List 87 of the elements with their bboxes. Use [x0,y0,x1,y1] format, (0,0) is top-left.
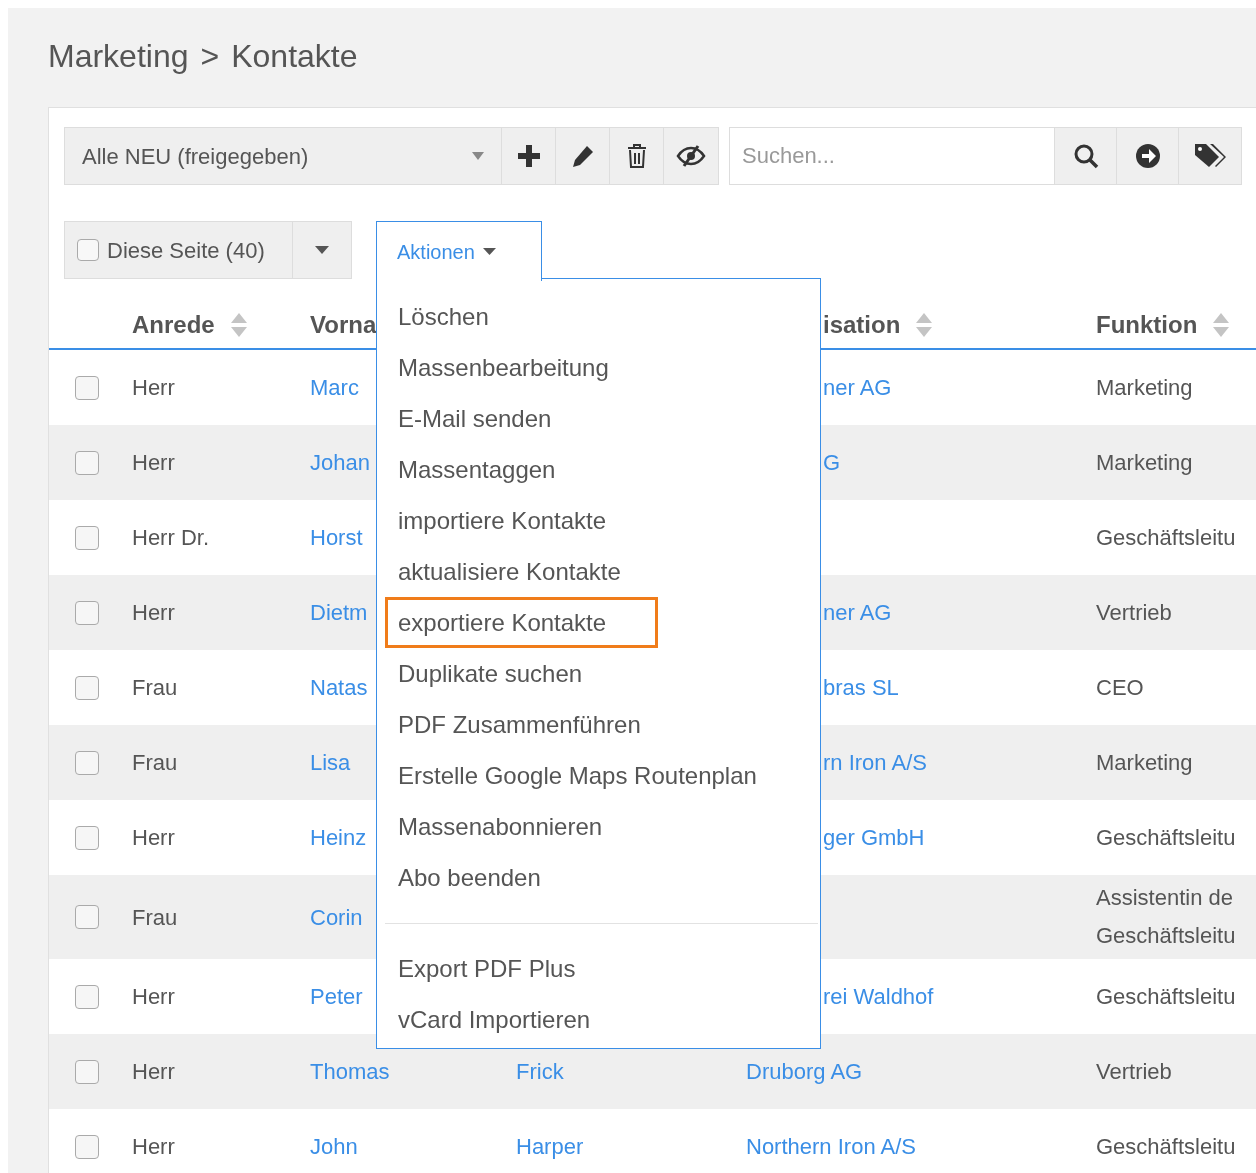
organisation-link[interactable]: ner AG [823,371,892,404]
menu-item[interactable]: Erstelle Google Maps Routenplan [385,750,818,801]
trash-icon [626,144,647,168]
sort-icon[interactable] [916,313,933,337]
salutation-cell-text: Frau [132,903,178,932]
salutation-cell-text: Herr [132,1058,175,1086]
salutation-cell-text: Herr [132,374,175,402]
organisation-link[interactable]: G [823,446,841,479]
first-name-link[interactable]: Horst [310,521,363,554]
organisation-link[interactable]: Northern Iron A/S [746,1130,916,1163]
menu-item[interactable]: Export PDF Plus [385,943,818,994]
organisation-link[interactable]: rn Iron A/S [823,746,927,779]
menu-item[interactable]: PDF Zusammenführen [385,699,818,750]
last-name-link[interactable]: Frick [516,1055,564,1088]
salutation-cell-text: Herr Dr. [132,524,209,552]
menu-item[interactable]: vCard Importieren [385,994,818,1045]
function-cell-text: Marketing [1096,448,1194,477]
menu-item[interactable]: importiere Kontakte [385,495,818,546]
row-checkbox[interactable] [75,375,99,400]
menu-item[interactable]: Löschen [385,291,818,342]
function-cell-text: Marketing [1096,373,1194,402]
column-header[interactable]: Funktion [1096,307,1198,343]
first-name-link[interactable]: Natas [310,671,368,704]
function-cell-text: Marketing [1096,748,1194,777]
column-header[interactable]: Vorna [310,307,377,343]
caret-icon [472,152,484,160]
function-cell-text: Assistentin de Geschäftsleitu [1096,884,1237,950]
sort-icon[interactable] [1213,313,1230,337]
first-name-link[interactable]: Heinz [310,821,367,854]
first-name-link[interactable]: Marc [310,371,359,404]
organisation-link[interactable]: Druborg AG [746,1055,863,1088]
column-header[interactable]: Anrede [132,307,215,343]
column-header[interactable]: isation [823,307,901,343]
function-cell-text: Geschäftsleitu [1096,1132,1237,1161]
sort-icon[interactable] [230,313,247,337]
row-checkbox[interactable] [75,675,99,700]
menu-item[interactable]: Massenbearbeitung [385,342,818,393]
salutation-cell-text: Frau [132,674,178,702]
menu-item[interactable]: Massenabonnieren [385,801,818,852]
row-checkbox[interactable] [75,750,99,775]
salutation-cell-text: Frau [132,749,178,777]
first-name-link[interactable]: Dietm [310,596,368,629]
row-checkbox[interactable] [75,1134,99,1159]
menu-item[interactable]: aktualisiere Kontakte [385,546,818,597]
salutation-cell-text: Herr [132,449,175,477]
breadcrumb-separator: > [200,37,220,76]
row-checkbox[interactable] [75,825,99,850]
function-cell-text: Geschäftsleitu [1096,823,1237,852]
menu-item[interactable]: E-Mail senden [385,393,818,444]
organisation-link[interactable]: rei Waldhof [823,980,934,1013]
row-checkbox[interactable] [75,450,99,475]
menu-item[interactable]: Abo beenden [385,852,818,903]
row-checkbox[interactable] [75,600,99,625]
function-cell-text: Geschäftsleitu [1096,523,1237,552]
salutation-cell-text: Herr [132,983,175,1011]
function-cell-text: CEO [1096,673,1145,702]
last-name-link[interactable]: Harper [516,1130,584,1163]
first-name-link[interactable]: John [310,1130,358,1163]
salutation-cell-text: Herr [132,824,175,852]
plus-icon [517,145,540,167]
first-name-link[interactable]: Corin [310,900,363,934]
actions-button[interactable]: Aktionen [376,221,542,281]
first-name-link[interactable]: Lisa [310,746,351,779]
pencil-icon [570,144,595,168]
row-checkbox[interactable] [75,984,99,1009]
organisation-link[interactable]: ner AG [823,596,892,629]
function-cell-text: Vertrieb [1096,1057,1173,1086]
salutation-cell-text: Herr [132,1133,175,1161]
organisation-link[interactable]: ger GmbH [823,821,925,854]
page-title: Kontakte [231,37,358,76]
first-name-link[interactable]: Thomas [310,1055,390,1088]
menu-item[interactable]: Massentaggen [385,444,818,495]
row-checkbox[interactable] [75,905,99,929]
row-checkbox[interactable] [75,525,99,550]
function-cell-text: Vertrieb [1096,598,1173,627]
breadcrumb-link[interactable]: Marketing [48,32,189,80]
organisation-link[interactable]: bras SL [823,671,899,704]
caret-icon [482,248,496,255]
first-name-link[interactable]: Johan [310,446,370,479]
menu-item[interactable]: exportiere Kontakte [385,597,658,648]
eye-slash-icon [676,145,706,167]
caret-icon [315,246,329,254]
salutation-cell-text: Herr [132,599,175,627]
menu-item[interactable]: Duplikate suchen [385,648,818,699]
function-cell-text: Geschäftsleitu [1096,982,1237,1011]
first-name-link[interactable]: Peter [310,980,363,1013]
row-checkbox[interactable] [75,1059,99,1084]
